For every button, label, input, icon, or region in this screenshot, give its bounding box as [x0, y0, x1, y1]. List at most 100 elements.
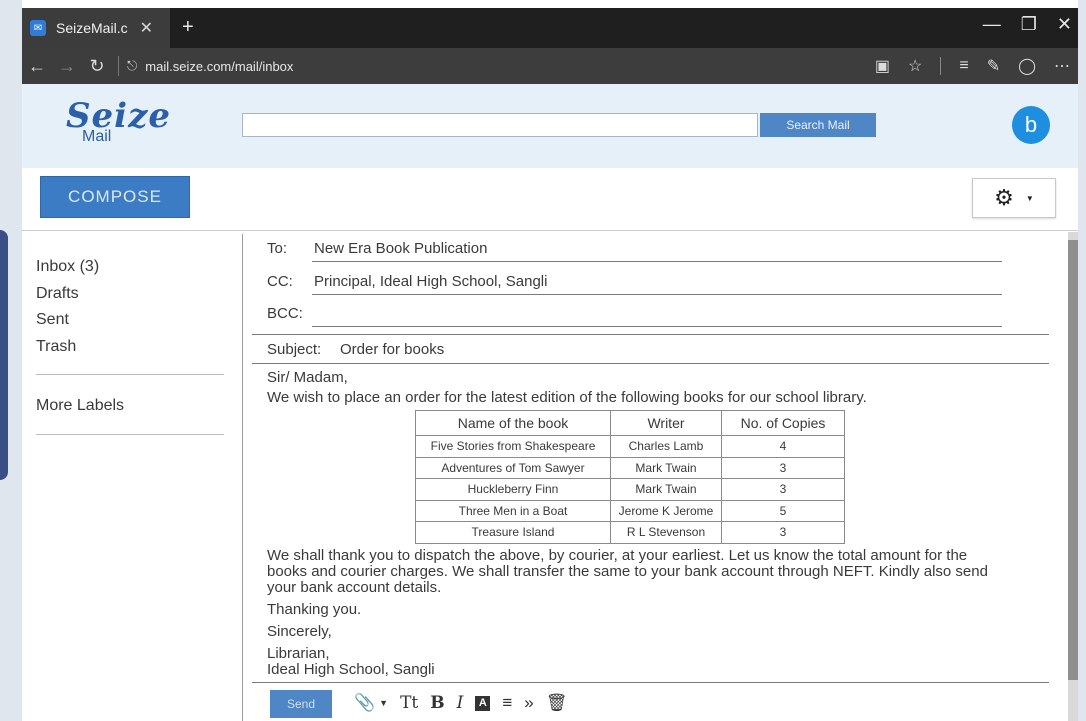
minimize-icon[interactable]: — [983, 14, 1001, 35]
browser-tab[interactable]: ✉ SeizeMail.c ✕ [22, 8, 170, 48]
table-cell: 3 [721, 456, 845, 479]
back-arrow-icon[interactable]: ← [22, 56, 52, 77]
browser-address-bar: ← → ↻ ⎋ mail.seize.com/mail/inbox ▣ ☆ ≡ … [22, 48, 1078, 84]
table-row: Five Stories from Shakespeare Charles La… [415, 435, 845, 458]
to-underline [312, 261, 1002, 262]
close-window-icon[interactable]: ✕ [1057, 14, 1072, 35]
attach-icon[interactable]: 📎 [354, 692, 375, 714]
sidebar-item-drafts[interactable]: Drafts [36, 281, 226, 308]
browser-window: ✉ SeizeMail.c ✕ + — ❐ ✕ ← → ↻ ⎋ mail.sei… [22, 8, 1078, 721]
body-greeting: Sir/ Madam, [267, 369, 348, 386]
gear-icon: ⚙ [994, 185, 1014, 210]
browser-tab-bar: ✉ SeizeMail.c ✕ + — ❐ ✕ [22, 8, 1078, 48]
mail-favicon-icon: ✉ [30, 20, 46, 36]
page-frame-right [1078, 0, 1086, 721]
text-size-button[interactable]: Tt [400, 692, 418, 714]
cc-field[interactable]: Principal, Ideal High School, Sangli [314, 273, 547, 290]
tab-close-icon[interactable]: ✕ [140, 18, 153, 38]
send-button[interactable]: Send [270, 690, 332, 718]
delete-trash-icon[interactable]: 🗑 [546, 692, 568, 714]
table-cell: 3 [721, 478, 845, 501]
mail-header: Seize Mail Search Mail b [22, 84, 1078, 168]
cc-label: CC: [267, 273, 293, 290]
forward-arrow-icon[interactable]: → [52, 56, 82, 77]
subject-divider [252, 363, 1049, 364]
subject-field[interactable]: Order for books [340, 341, 444, 358]
body-paragraph-line2: books and courier charges. We shall tran… [267, 563, 988, 580]
hub-icon[interactable]: ≡ [959, 57, 968, 75]
avatar[interactable]: b [1012, 106, 1050, 144]
table-cell: Adventures of Tom Sawyer [415, 456, 611, 479]
caret-down-icon: ▼ [1025, 193, 1034, 203]
body-bottom-divider [252, 682, 1049, 683]
table-cell: 3 [721, 521, 845, 544]
table-cell: Mark Twain [610, 478, 722, 501]
share-icon[interactable]: ◯ [1018, 56, 1036, 76]
table-cell: Five Stories from Shakespeare [415, 435, 611, 458]
table-cell: Huckleberry Finn [415, 478, 611, 501]
lock-icon: ⎋ [127, 58, 138, 73]
restore-icon[interactable]: ❐ [1021, 14, 1037, 35]
table-row: Huckleberry Finn Mark Twain 3 [415, 478, 845, 501]
sidebar-item-trash[interactable]: Trash [36, 334, 226, 361]
sidebar-item-inbox[interactable]: Inbox (3) [36, 254, 226, 281]
bcc-underline [312, 326, 1002, 327]
settings-button[interactable]: ⚙ ▼ [972, 178, 1056, 218]
format-toolbar: 📎 ▼ Tt B I A ≡ » 🗑 [354, 692, 567, 714]
body-thanks: Thanking you. [267, 601, 362, 618]
table-row: Treasure Island R L Stevenson 3 [415, 521, 845, 544]
body-closing: Sincerely, [267, 623, 332, 640]
header-fields-divider [252, 334, 1049, 335]
table-row: Adventures of Tom Sawyer Mark Twain 3 [415, 456, 845, 479]
table-header-row: Name of the book Writer No. of Copies [415, 410, 845, 436]
bcc-label: BCC: [267, 305, 303, 322]
seize-mail-logo[interactable]: Seize Mail [62, 96, 172, 154]
body-paragraph-line1: We shall thank you to dispatch the above… [267, 547, 968, 564]
body-signature-title: Librarian, [267, 645, 330, 662]
search-input[interactable] [242, 113, 758, 137]
more-menu-icon[interactable]: ⋯ [1054, 56, 1070, 76]
table-cell: Three Men in a Boat [415, 499, 611, 522]
subject-label: Subject: [267, 341, 322, 358]
list-icon[interactable]: ≡ [502, 692, 512, 714]
sidebar-divider [36, 374, 224, 375]
toolbar-divider [22, 230, 1078, 231]
body-paragraph-line3: your bank account details. [267, 579, 442, 596]
to-field[interactable]: New Era Book Publication [314, 240, 487, 257]
favorite-star-icon[interactable]: ☆ [908, 56, 922, 76]
refresh-icon[interactable]: ↻ [82, 56, 112, 77]
more-format-icon[interactable]: » [524, 692, 533, 714]
bold-button[interactable]: B [430, 692, 444, 714]
scrollbar-thumb[interactable] [1068, 240, 1078, 680]
reading-view-icon[interactable]: ▣ [875, 56, 890, 76]
compose-button[interactable]: COMPOSE [40, 176, 190, 218]
table-row: Three Men in a Boat Jerome K Jerome 5 [415, 499, 845, 522]
table-cell: Treasure Island [415, 521, 611, 544]
cc-underline [312, 294, 1002, 295]
tab-title: SeizeMail.c [56, 20, 128, 36]
address-separator [118, 56, 119, 76]
new-tab-button[interactable]: + [182, 16, 194, 39]
address-url[interactable]: mail.seize.com/mail/inbox [145, 59, 293, 74]
table-cell: Mark Twain [610, 456, 722, 479]
table-cell: 4 [721, 435, 845, 458]
italic-button[interactable]: I [457, 692, 464, 714]
sidebar-item-sent[interactable]: Sent [36, 307, 226, 334]
sidebar-divider-bottom [36, 433, 224, 435]
sidebar-item-more-labels[interactable]: More Labels [36, 393, 226, 420]
page-frame-accent [0, 230, 8, 480]
text-color-button[interactable]: A [475, 695, 491, 711]
browser-actions: ▣ ☆ ≡ ✎ ◯ ⋯ [875, 56, 1070, 76]
body-intro: We wish to place an order for the latest… [267, 389, 867, 406]
sidebar: Inbox (3) Drafts Sent Trash More Labels [36, 254, 226, 435]
table-header-cell: Writer [610, 410, 722, 436]
logo-sub: Mail [82, 128, 112, 145]
table-cell: Jerome K Jerome [610, 499, 722, 522]
table-cell: R L Stevenson [610, 521, 722, 544]
books-table: Name of the book Writer No. of Copies Fi… [415, 410, 845, 544]
table-cell: Charles Lamb [610, 435, 722, 458]
to-label: To: [267, 240, 288, 257]
search-mail-button[interactable]: Search Mail [760, 113, 876, 137]
web-note-icon[interactable]: ✎ [987, 56, 1000, 76]
attach-dropdown-icon[interactable]: ▼ [379, 692, 388, 714]
